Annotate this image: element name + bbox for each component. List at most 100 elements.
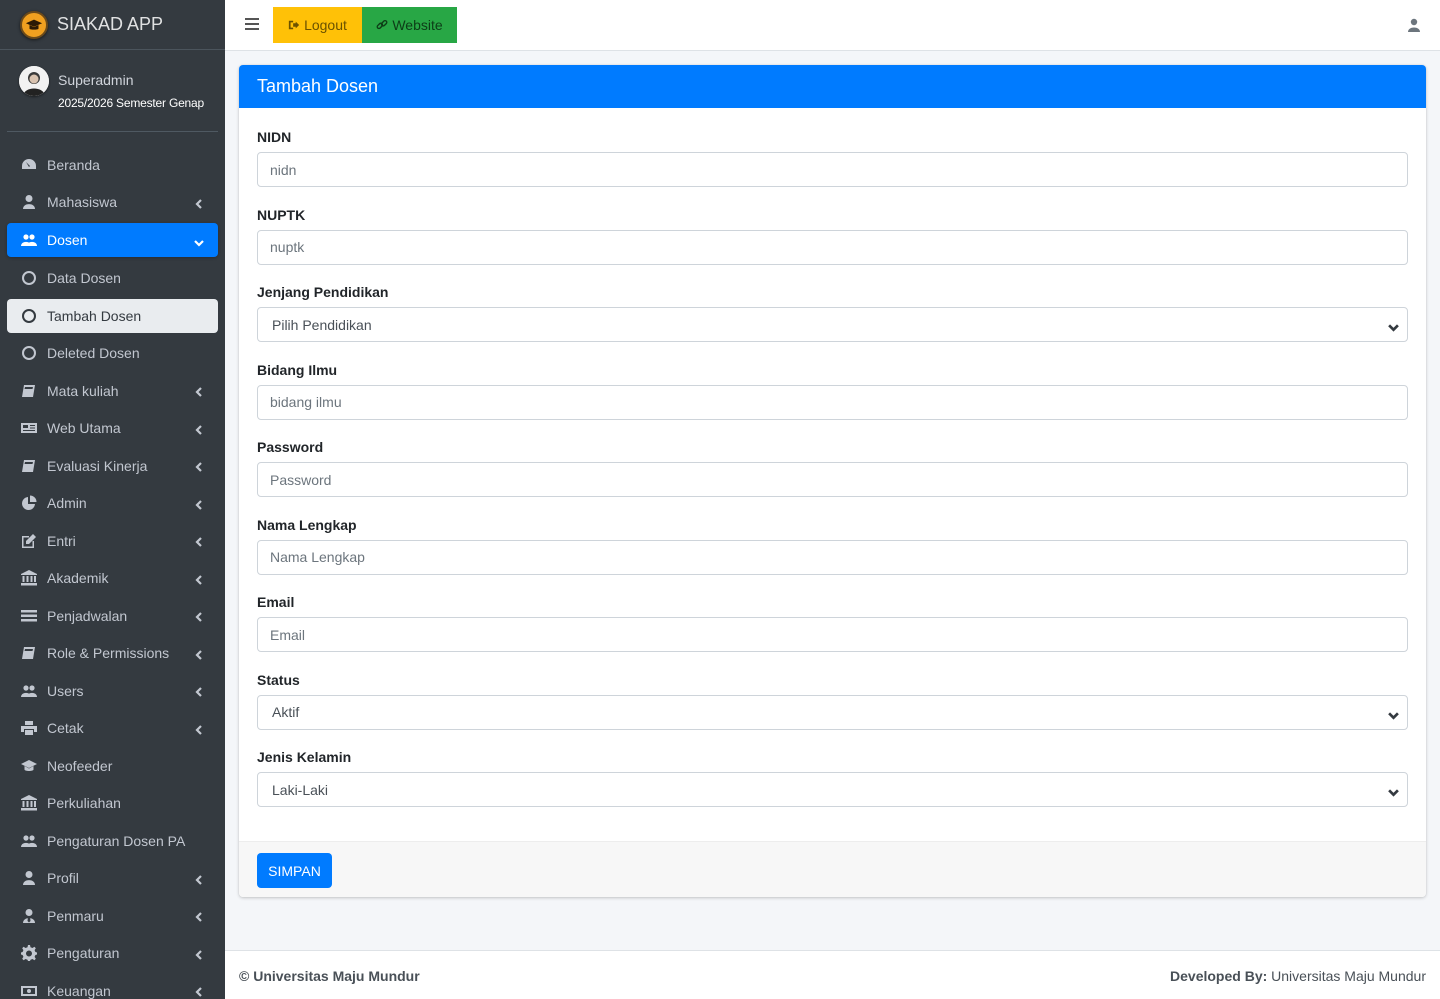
page-footer: © Universitas Maju Mundur Developed By: …	[225, 950, 1440, 999]
newspaper-icon	[20, 419, 38, 437]
book-icon	[20, 644, 38, 662]
form-group-nuptk: NUPTK nuptk	[257, 206, 1408, 284]
user-name[interactable]: Superadmin	[58, 72, 134, 88]
form-group-password: Password Password	[257, 438, 1408, 516]
gear-icon	[20, 944, 38, 962]
sidebar-item-penmaru[interactable]: Penmaru	[7, 897, 218, 935]
users-icon	[20, 832, 38, 850]
status-select[interactable]: Aktif	[257, 694, 1408, 730]
sidebar-item-penjadwalan[interactable]: Penjadwalan	[7, 597, 218, 635]
sidebar-item-role-permissions[interactable]: Role & Permissions	[7, 635, 218, 673]
sidebar-item-label: Mata kuliah	[47, 382, 119, 399]
bidang-ilmu-placeholder: bidang ilmu	[270, 394, 342, 410]
sidebar-item-label: Dosen	[47, 232, 88, 248]
chevron-left-icon	[194, 872, 206, 885]
sidebar-item-cetak[interactable]: Cetak	[7, 710, 218, 748]
graduation-cap-icon	[20, 757, 38, 775]
topbar: Logout Website	[225, 0, 1440, 51]
sidebar-item-admin[interactable]: Admin	[7, 485, 218, 523]
nidn-label: NIDN	[257, 129, 292, 145]
sidebar-item-deleted-dosen[interactable]: Deleted Dosen	[7, 335, 218, 373]
email-input[interactable]: Email	[257, 617, 1408, 652]
sidebar-item-keuangan[interactable]: Keuangan	[7, 972, 218, 999]
sidebar-item-label: Role & Permissions	[47, 645, 170, 662]
jenis-kelamin-select[interactable]: Laki-Laki	[257, 772, 1408, 807]
sidebar-item-data-dosen[interactable]: Data Dosen	[7, 259, 218, 297]
money-icon	[20, 982, 38, 999]
sidebar-item-pengaturan[interactable]: Pengaturan	[7, 935, 218, 973]
sidebar-item-label: Mahasiswa	[47, 194, 118, 211]
book-icon	[20, 457, 38, 475]
chevron-down-icon	[194, 235, 206, 247]
brand-link[interactable]: SIAKAD APP	[0, 0, 225, 50]
sidebar-item-tambah-dosen[interactable]: Tambah Dosen	[7, 298, 218, 333]
sidebar-item-pengaturan-dosen-pa[interactable]: Pengaturan Dosen PA	[7, 822, 218, 860]
avatar[interactable]	[19, 66, 49, 96]
users-icon	[20, 682, 38, 700]
jenjang-pendidikan-label: Jenjang Pendidikan	[257, 284, 389, 300]
sidebar-item-label: Akademik	[47, 570, 109, 587]
chevron-left-icon	[194, 609, 206, 622]
sidebar: SIAKAD APP Superadmin 2025/2026 Semester…	[0, 0, 225, 999]
nama-lengkap-input[interactable]: Nama Lengkap	[257, 539, 1408, 575]
nidn-placeholder: nidn	[270, 161, 297, 178]
sidebar-item-label: Cetak	[47, 720, 84, 737]
sidebar-item-mata-kuliah[interactable]: Mata kuliah	[7, 372, 218, 410]
chevron-left-icon	[194, 196, 206, 209]
jenjang-pendidikan-select[interactable]: Pilih Pendidikan	[257, 307, 1408, 342]
jenis-kelamin-label: Jenis Kelamin	[257, 749, 352, 765]
sidebar-item-users[interactable]: Users	[7, 672, 218, 710]
sidebar-item-perkuliahan[interactable]: Perkuliahan	[7, 785, 218, 823]
book-icon	[20, 382, 38, 400]
logout-label: Logout	[304, 17, 347, 33]
sidebar-item-beranda[interactable]: Beranda	[7, 146, 218, 184]
menu-toggle-icon[interactable]	[245, 18, 259, 32]
email-label: Email	[257, 594, 295, 610]
sidebar-item-dosen[interactable]: Dosen	[7, 223, 218, 257]
sidebar-item-label: Pengaturan	[47, 945, 120, 962]
sidebar-item-label: Admin	[47, 495, 87, 512]
form-group-jenjang-pendidikan: Jenjang Pendidikan Pilih Pendidikan	[257, 283, 1408, 361]
chevron-down-icon	[1388, 785, 1399, 797]
password-placeholder: Password	[270, 471, 332, 488]
chart-pie-icon	[20, 494, 38, 512]
chevron-left-icon	[194, 984, 206, 997]
sidebar-item-mahasiswa[interactable]: Mahasiswa	[7, 184, 218, 222]
form-group-jenis-kelamin: Jenis Kelamin Laki-Laki	[257, 748, 1408, 826]
password-input[interactable]: Password	[257, 462, 1408, 497]
website-label: Website	[392, 17, 443, 33]
password-label: Password	[257, 439, 324, 455]
sidebar-item-profil[interactable]: Profil	[7, 860, 218, 898]
chevron-left-icon	[194, 647, 206, 660]
link-icon	[376, 19, 388, 30]
chevron-left-icon	[194, 497, 206, 510]
sidebar-item-label: Deleted Dosen	[47, 345, 140, 362]
list-icon	[20, 607, 38, 625]
email-placeholder: Email	[270, 626, 306, 643]
user-icon	[20, 869, 38, 887]
nuptk-placeholder: nuptk	[270, 239, 305, 255]
nuptk-input[interactable]: nuptk	[257, 229, 1408, 265]
user-menu-icon[interactable]	[1408, 18, 1420, 32]
sidebar-item-label: Neofeeder	[47, 757, 113, 774]
semester-label: 2025/2026 Semester Genap	[58, 96, 204, 110]
sidebar-item-label: Keuangan	[47, 982, 111, 999]
sidebar-item-label: Profil	[47, 870, 79, 887]
save-button[interactable]: SIMPAN	[257, 853, 332, 888]
sidebar-item-web-utama[interactable]: Web Utama	[7, 410, 218, 448]
logout-button[interactable]: Logout	[273, 7, 362, 43]
sidebar-item-akademik[interactable]: Akademik	[7, 560, 218, 598]
status-selected-value: Aktif	[272, 704, 300, 720]
sidebar-item-evaluasi-kinerja[interactable]: Evaluasi Kinerja	[7, 447, 218, 485]
website-button[interactable]: Website	[362, 7, 457, 43]
bidang-ilmu-input[interactable]: bidang ilmu	[257, 384, 1408, 420]
sidebar-item-entri[interactable]: Entri	[7, 522, 218, 560]
sidebar-item-neofeeder[interactable]: Neofeeder	[7, 747, 218, 785]
sidebar-item-label: Penjadwalan	[47, 607, 128, 624]
form-group-email: Email Email	[257, 593, 1408, 671]
card-title: Tambah Dosen	[239, 65, 1426, 108]
nidn-input[interactable]: nidn	[257, 152, 1408, 187]
card-footer: SIMPAN	[239, 841, 1426, 897]
circle-icon	[20, 307, 38, 325]
nuptk-label: NUPTK	[257, 206, 306, 223]
